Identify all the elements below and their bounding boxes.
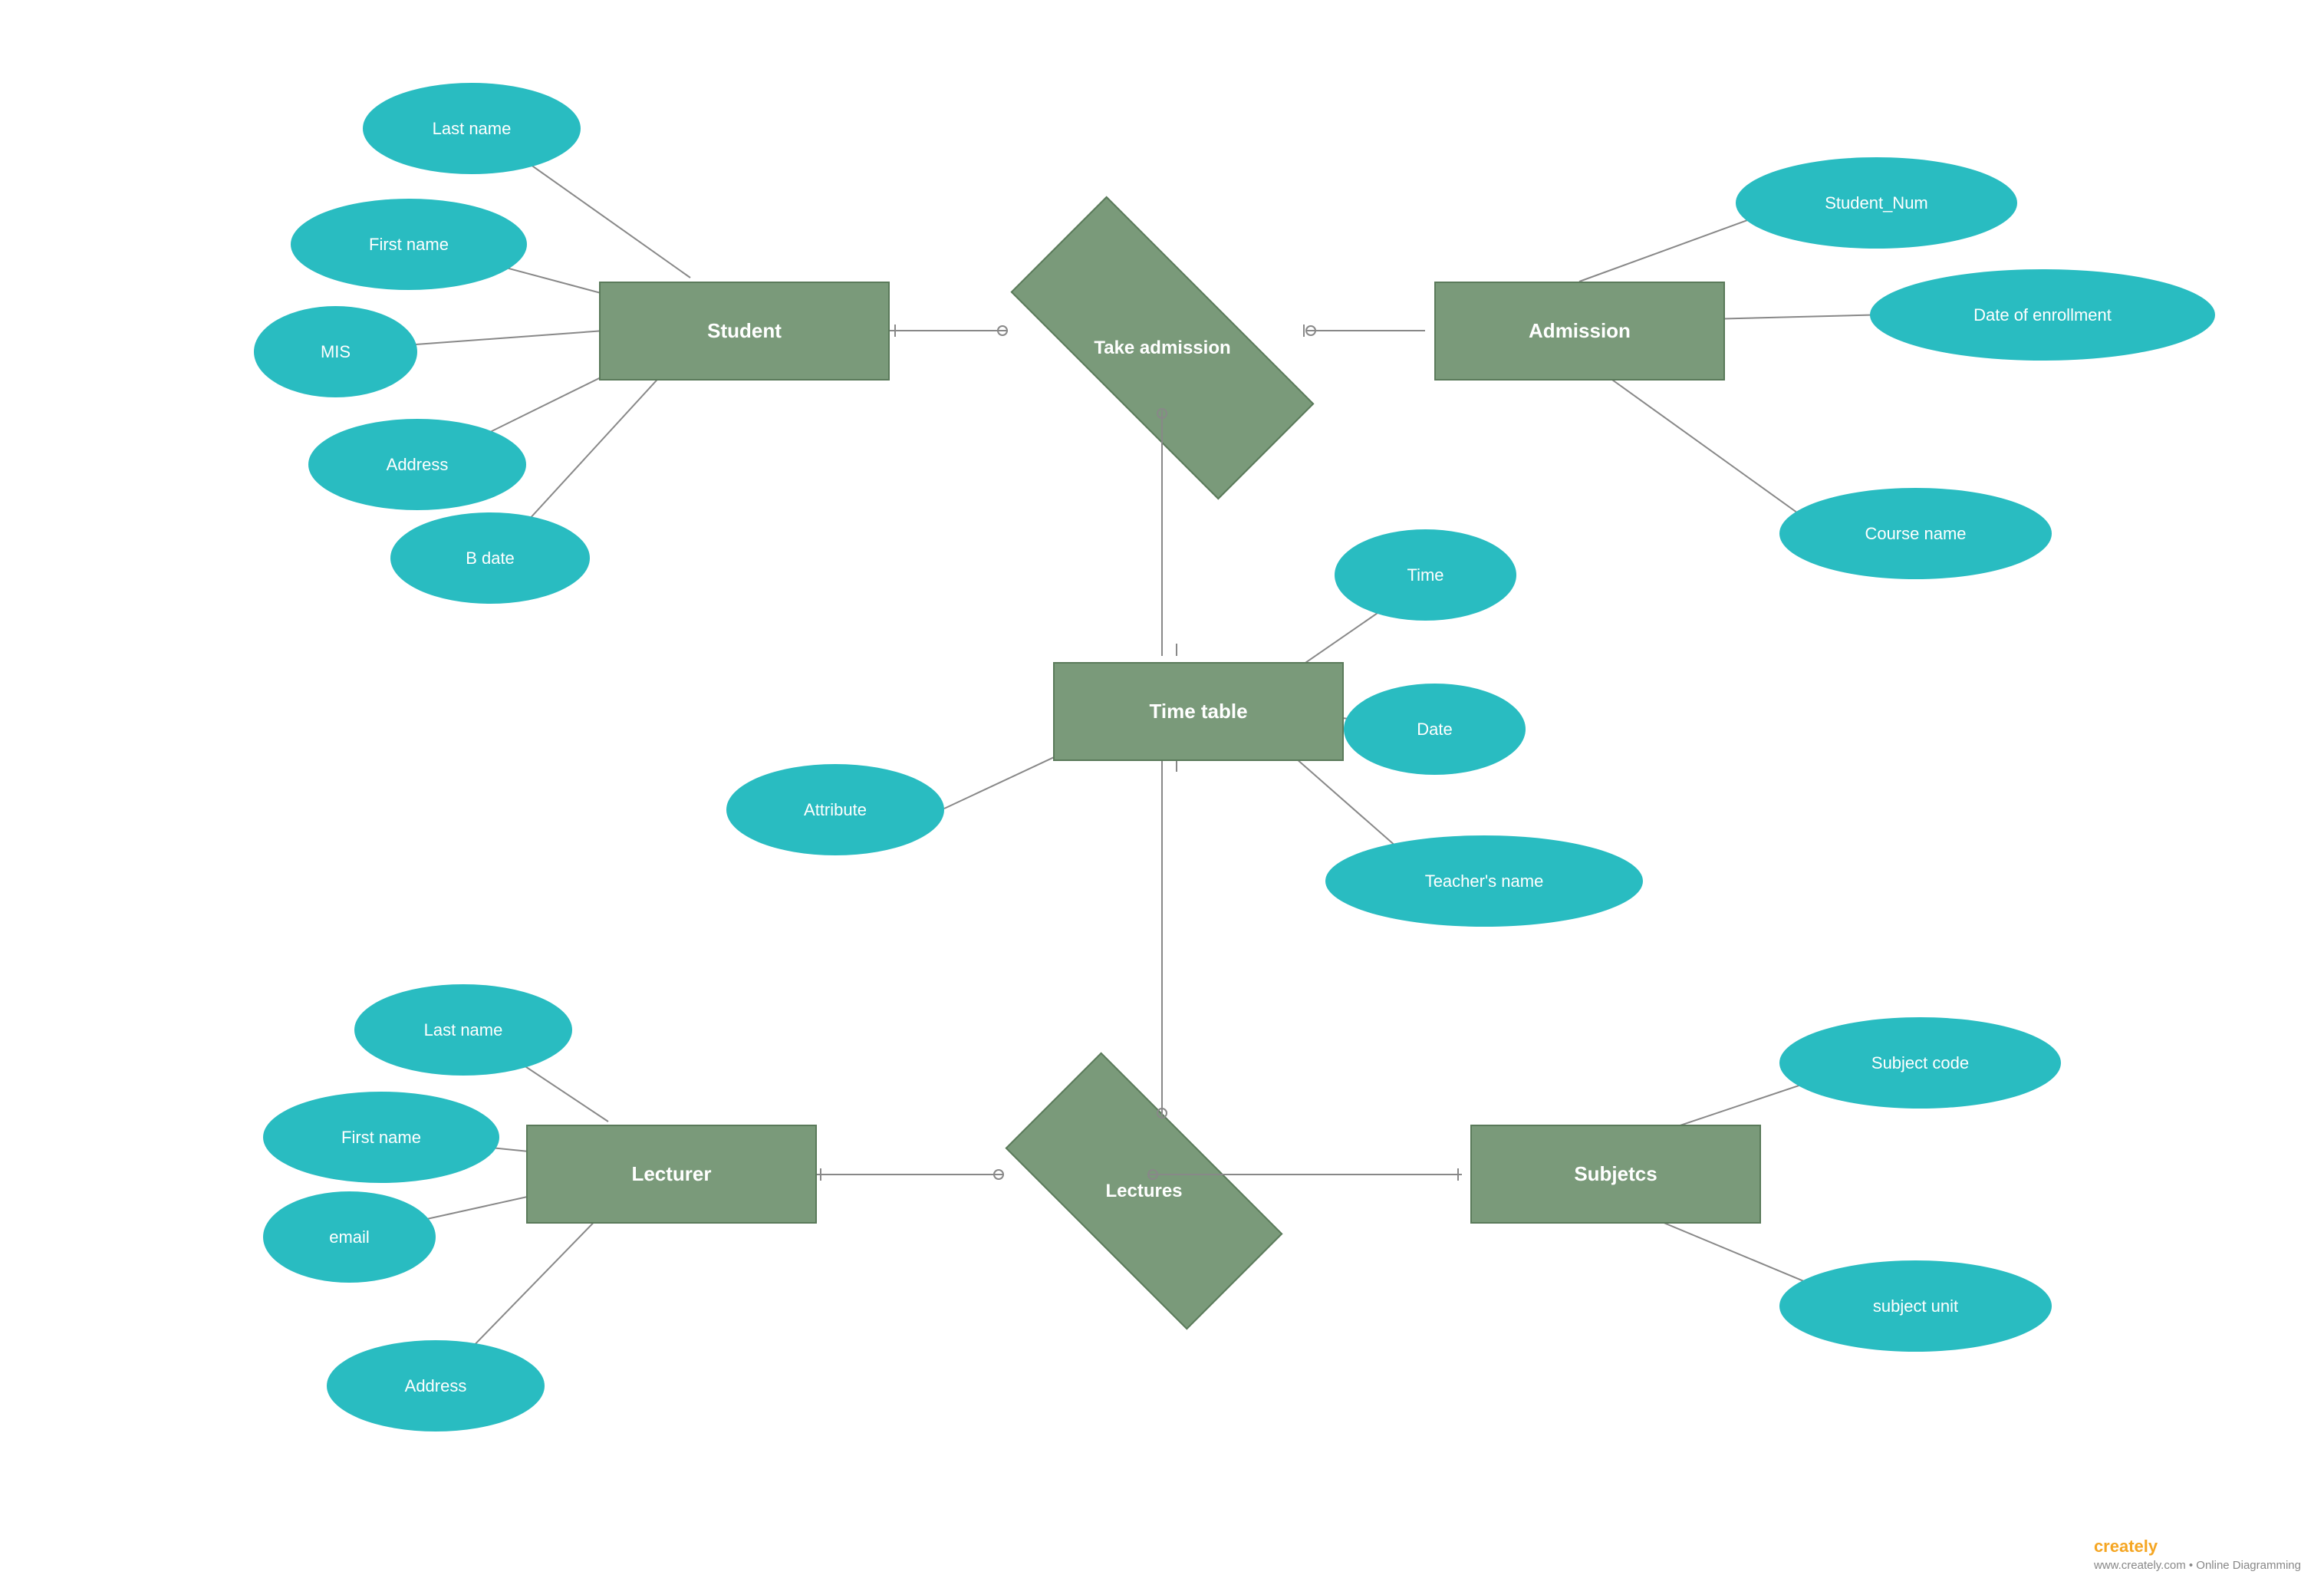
attr-subject_unit: subject unit: [1779, 1260, 2052, 1352]
attr-teachers_name: Teacher's name: [1325, 835, 1643, 927]
relation-take_admission: Take admission: [1017, 282, 1308, 414]
attr-email: email: [263, 1191, 436, 1283]
entity-subjects: Subjetcs: [1470, 1125, 1761, 1224]
relation-lectures: Lectures: [1017, 1125, 1271, 1257]
attr-address_student: Address: [308, 419, 526, 510]
attr-attribute: Attribute: [726, 764, 944, 855]
attr-last_name_lec: Last name: [354, 984, 572, 1076]
attr-student_num: Student_Num: [1736, 157, 2017, 249]
watermark: creately www.creately.com • Online Diagr…: [2094, 1537, 2301, 1573]
entity-admission: Admission: [1434, 282, 1725, 381]
attr-last_name_student: Last name: [363, 83, 581, 174]
attr-date_tt: Date: [1344, 684, 1526, 775]
brand-sub: www.creately.com • Online Diagramming: [2094, 1559, 2301, 1572]
attr-address_lec: Address: [327, 1340, 545, 1432]
attr-date_enrollment: Date of enrollment: [1870, 269, 2215, 361]
attr-time: Time: [1335, 529, 1516, 621]
attr-first_name_lec: First name: [263, 1092, 499, 1183]
attr-course_name: Course name: [1779, 488, 2052, 579]
attr-bdate: B date: [390, 512, 590, 604]
brand-name: creately: [2094, 1537, 2158, 1556]
attr-mis: MIS: [254, 306, 417, 397]
entity-student: Student: [599, 282, 890, 381]
attr-subject_code: Subject code: [1779, 1017, 2061, 1109]
attr-first_name_student: First name: [291, 199, 527, 290]
entity-lecturer: Lecturer: [526, 1125, 817, 1224]
entity-timetable: Time table: [1053, 662, 1344, 761]
